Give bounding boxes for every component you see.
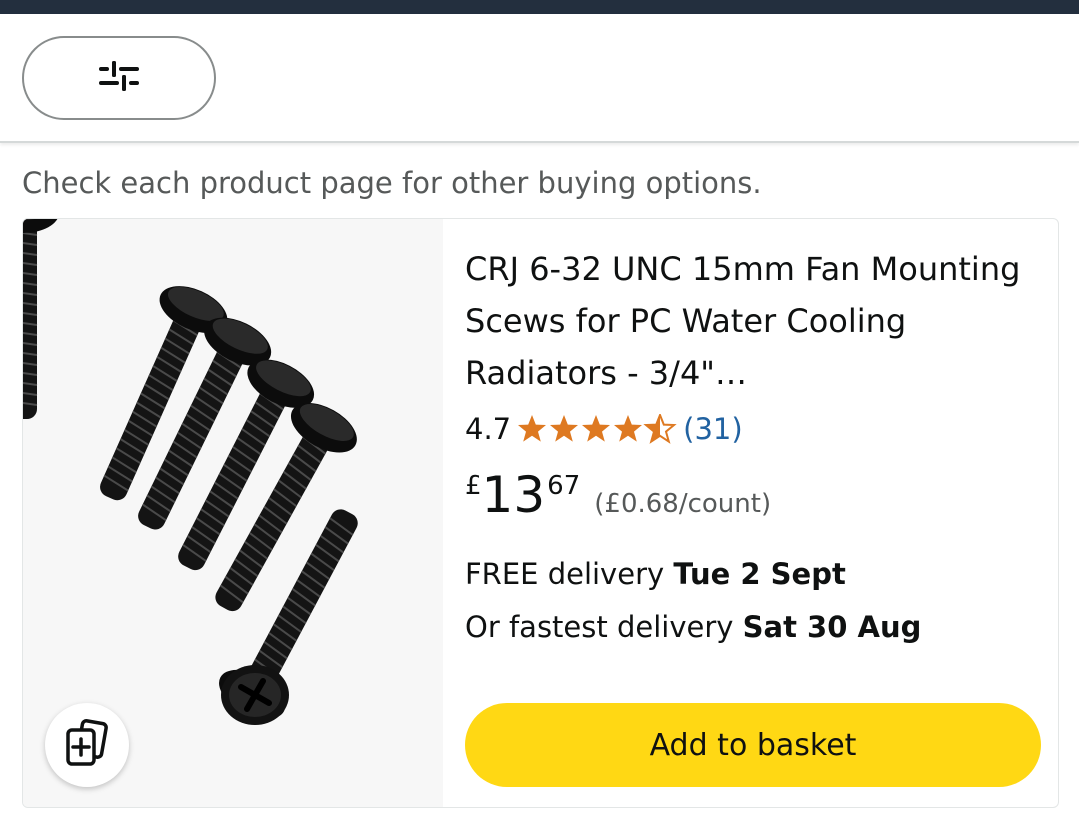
product-price: £ 13 67 (£0.68/count) (465, 467, 771, 527)
fastest-delivery-label: Or fastest delivery (465, 610, 743, 644)
filter-button[interactable] (22, 36, 216, 120)
price-per-unit: (£0.68/count) (594, 489, 772, 519)
product-image[interactable] (23, 219, 443, 807)
buying-options-notice: Check each product page for other buying… (22, 166, 762, 200)
delivery-date: Tue 2 Sept (673, 557, 846, 591)
delivery-info: FREE delivery Tue 2 Sept (465, 554, 846, 594)
add-to-basket-button[interactable]: Add to basket (465, 703, 1041, 787)
price-fraction: 67 (547, 471, 581, 501)
star-rating-icon (517, 414, 677, 444)
filter-bar (0, 14, 1079, 143)
fastest-delivery-date: Sat 30 Aug (742, 610, 922, 644)
product-card[interactable]: CRJ 6-32 UNC 15mm Fan Mounting Scews for… (22, 218, 1059, 808)
fastest-delivery-info: Or fastest delivery Sat 30 Aug (465, 607, 921, 647)
delivery-label: FREE delivery (465, 557, 674, 591)
product-rating[interactable]: 4.7 (31) (465, 409, 743, 449)
review-count-link[interactable]: (31) (683, 409, 743, 449)
product-info: CRJ 6-32 UNC 15mm Fan Mounting Scews for… (465, 219, 1045, 807)
product-title[interactable]: CRJ 6-32 UNC 15mm Fan Mounting Scews for… (465, 243, 1025, 399)
top-nav-strip (0, 0, 1079, 14)
price-whole: 13 (481, 466, 546, 524)
sliders-icon (97, 59, 141, 97)
price-symbol: £ (465, 471, 482, 501)
rating-score: 4.7 (465, 412, 512, 446)
compare-button[interactable] (45, 703, 129, 787)
add-to-compare-icon (62, 718, 112, 772)
